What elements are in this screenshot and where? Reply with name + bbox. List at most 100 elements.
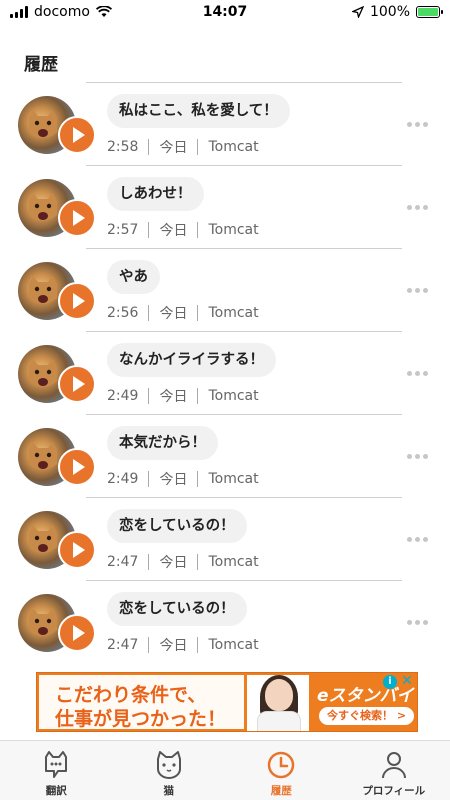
history-list[interactable]: 私はここ、私を愛して！ 2:58 今日 Tomcat しあわせ！ 2:57 今日 [0,82,450,663]
cat-photo-icon [29,193,57,221]
history-item[interactable]: やあ 2:56 今日 Tomcat [0,248,450,331]
status-right: 100% [351,4,443,20]
item-cat-name: Tomcat [208,471,259,487]
play-icon [73,127,85,143]
play-button[interactable] [58,199,96,237]
phrase-bubble: 恋をしているの！ [107,592,247,626]
phrase-bubble: 本気だから！ [107,426,218,460]
item-cat-name: Tomcat [208,222,259,238]
page-title: 履歴 [24,55,58,75]
battery-icon [416,6,443,18]
ad-text-panel: こだわり条件で、 仕事が見つかった！ [39,675,244,730]
play-button[interactable] [58,531,96,569]
more-options-icon[interactable] [407,288,428,293]
item-duration: 2:47 [107,554,139,570]
play-button[interactable] [58,614,96,652]
more-options-icon[interactable] [407,122,428,127]
tab-bar: 翻訳 猫 履歴 プロフィール [0,740,450,800]
play-button[interactable] [58,448,96,486]
cat-photo-icon [29,442,57,470]
ad-person-image [247,675,309,731]
meta-separator [148,388,150,404]
ad-info-icon[interactable]: i [383,675,397,689]
play-icon [73,542,85,558]
meta-separator [148,637,150,653]
phrase-bubble: なんかイライラする！ [107,343,276,377]
row-divider [86,82,402,83]
history-item[interactable]: 恋をしているの！ 2:47 今日 Tomcat [0,580,450,663]
more-options-icon[interactable] [407,371,428,376]
clock-icon [268,751,295,779]
meta-separator [197,554,199,570]
tab-label: 履歴 [270,785,292,797]
meta-separator [148,471,150,487]
item-duration: 2:58 [107,139,139,155]
tab-history[interactable]: 履歴 [225,741,338,800]
item-day: 今日 [159,638,188,654]
play-button[interactable] [58,365,96,403]
play-button[interactable] [58,282,96,320]
ad-cta-button[interactable]: 今すぐ検索！ > [319,707,415,725]
tab-translate[interactable]: 翻訳 [0,741,113,800]
item-cat-name: Tomcat [208,139,259,155]
item-meta: 2:47 今日 Tomcat [107,635,259,655]
item-cat-name: Tomcat [208,305,259,321]
item-duration: 2:49 [107,388,139,404]
cat-photo-icon [29,110,57,138]
item-duration: 2:56 [107,305,139,321]
row-divider [86,248,402,249]
history-item[interactable]: なんかイライラする！ 2:49 今日 Tomcat [0,331,450,414]
row-divider [86,580,402,581]
item-cat-name: Tomcat [208,637,259,653]
item-day: 今日 [159,555,188,571]
more-options-icon[interactable] [407,537,428,542]
meta-separator [197,637,199,653]
meta-separator [197,222,199,238]
row-divider [86,497,402,498]
more-options-icon[interactable] [407,620,428,625]
meta-separator [148,554,150,570]
item-meta: 2:58 今日 Tomcat [107,137,259,157]
play-icon [73,210,85,226]
row-divider [86,414,402,415]
play-icon [73,376,85,392]
cat-photo-icon [29,525,57,553]
phrase-bubble: 私はここ、私を愛して！ [107,94,290,128]
item-duration: 2:47 [107,637,139,653]
meta-separator [197,305,199,321]
item-meta: 2:49 今日 Tomcat [107,469,259,489]
more-options-icon[interactable] [407,454,428,459]
item-day: 今日 [159,140,188,156]
history-item[interactable]: 私はここ、私を愛して！ 2:58 今日 Tomcat [0,82,450,165]
play-button[interactable] [58,116,96,154]
cat-photo-icon [29,276,57,304]
cat-photo-icon [29,608,57,636]
meta-separator [197,139,199,155]
item-duration: 2:57 [107,222,139,238]
item-meta: 2:57 今日 Tomcat [107,220,259,240]
tab-label: プロフィール [362,785,426,797]
item-day: 今日 [159,223,188,239]
meta-separator [148,222,150,238]
history-item[interactable]: 恋をしているの！ 2:47 今日 Tomcat [0,497,450,580]
item-duration: 2:49 [107,471,139,487]
tab-cat[interactable]: 猫 [113,741,226,800]
tab-profile[interactable]: プロフィール [338,741,450,800]
ad-close-icon[interactable]: ✕ [400,673,414,689]
item-day: 今日 [159,306,188,322]
meta-separator [197,388,199,404]
row-divider [86,331,402,332]
item-meta: 2:49 今日 Tomcat [107,386,259,406]
tab-label: 猫 [163,785,175,797]
item-day: 今日 [159,472,188,488]
history-item[interactable]: しあわせ！ 2:57 今日 Tomcat [0,165,450,248]
play-icon [73,625,85,641]
ad-banner[interactable]: こだわり条件で、 仕事が見つかった！ eスタンバイ 今すぐ検索！ > i ✕ [36,672,418,732]
play-icon [73,293,85,309]
item-meta: 2:47 今日 Tomcat [107,552,259,572]
play-icon [73,459,85,475]
item-cat-name: Tomcat [208,388,259,404]
more-options-icon[interactable] [407,205,428,210]
meta-separator [148,305,150,321]
history-item[interactable]: 本気だから！ 2:49 今日 Tomcat [0,414,450,497]
